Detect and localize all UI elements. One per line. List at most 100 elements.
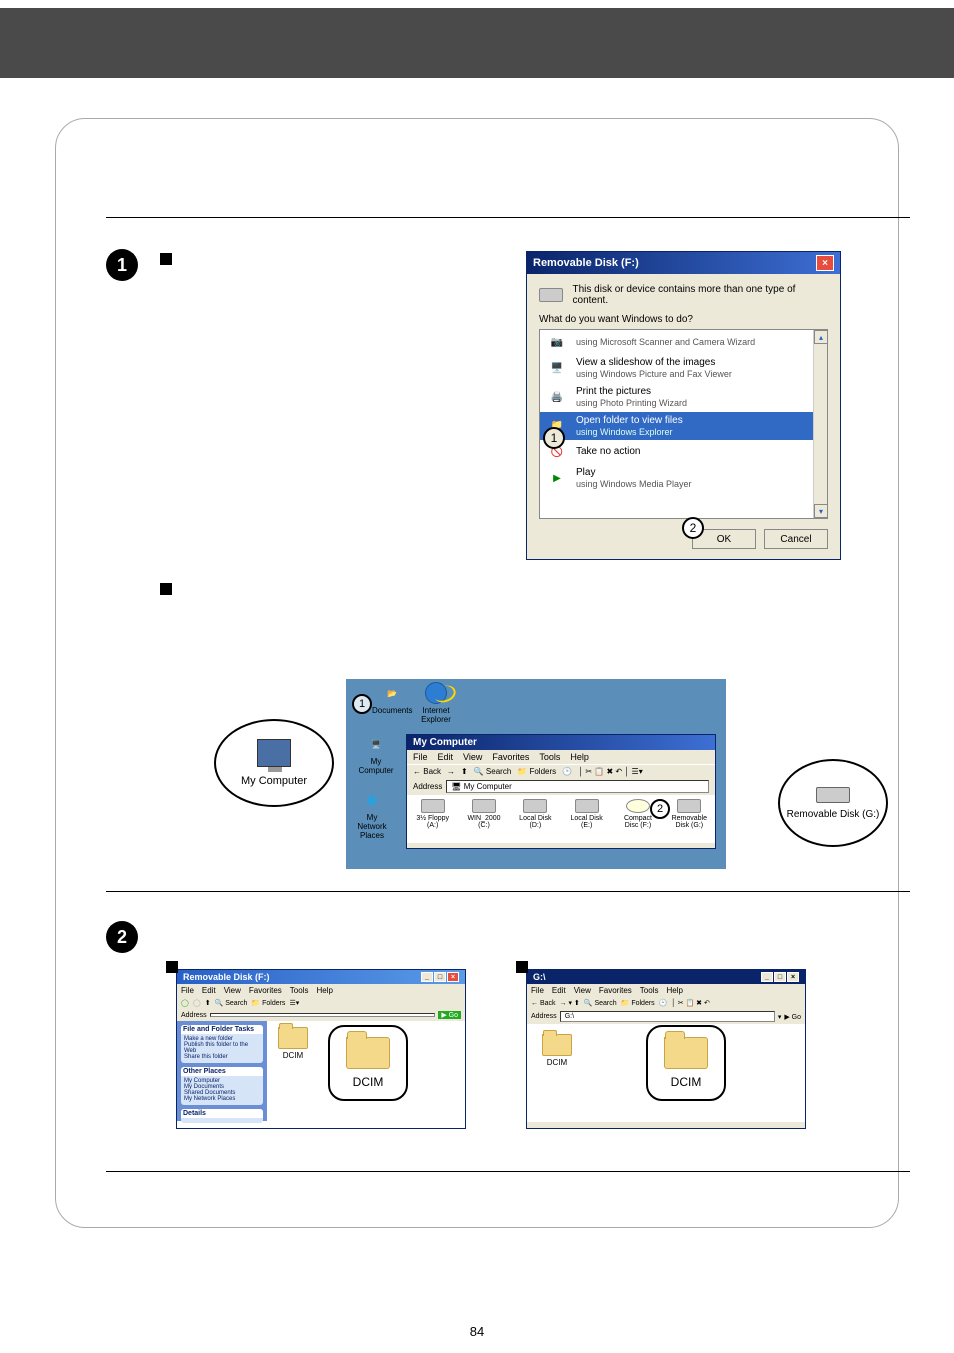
menu-help[interactable]: Help <box>666 986 682 995</box>
action-print[interactable]: 🖨️ Print the picturesusing Photo Printin… <box>540 383 813 412</box>
dcim-callout-xp: DCIM <box>328 1025 408 1101</box>
hdd-icon <box>472 799 496 813</box>
menu-tools[interactable]: Tools <box>290 986 309 995</box>
explorer-menubar: File Edit View Favorites Tools Help <box>407 750 715 764</box>
action-open-folder[interactable]: 📁 Open folder to view filesusing Windows… <box>540 412 813 441</box>
w2k-titlebar: G:\ _ □ × <box>527 970 805 984</box>
task-share[interactable]: Share this folder <box>184 1054 260 1060</box>
cancel-button[interactable]: Cancel <box>764 529 828 549</box>
menu-favorites[interactable]: Favorites <box>492 752 529 762</box>
action-slideshow[interactable]: 🖥️ View a slideshow of the imagesusing W… <box>540 354 813 383</box>
action-scanner[interactable]: 📷 using Microsoft Scanner and Camera Wiz… <box>540 330 813 354</box>
drive-a[interactable]: 3½ Floppy (A:) <box>413 799 452 839</box>
back-button[interactable]: ◯ <box>181 999 189 1007</box>
menu-favorites[interactable]: Favorites <box>599 986 632 995</box>
window-controls: _ □ × <box>421 972 459 982</box>
bullet <box>166 961 178 973</box>
content-panel: 1 Removable Disk (F:) × This disk or dev… <box>55 118 899 1228</box>
menu-tools[interactable]: Tools <box>640 986 659 995</box>
go-button[interactable]: ▶ Go <box>784 1013 801 1021</box>
bullet <box>160 253 172 265</box>
action-none[interactable]: 🚫 Take no action <box>540 440 813 464</box>
address-input[interactable]: G:\ <box>560 1011 775 1022</box>
explorer-addressbar: Address 🖥 My Computer <box>407 778 715 795</box>
back-button[interactable]: ← Back <box>531 1000 556 1007</box>
dialog-message: This disk or device contains more than o… <box>573 284 828 306</box>
menu-edit[interactable]: Edit <box>438 752 454 762</box>
annotation-desktop-2: 2 <box>650 799 670 819</box>
xp-sidebar: File and Folder Tasks Make a new folder … <box>177 1021 267 1121</box>
bullet <box>516 961 528 973</box>
maximize-button[interactable]: □ <box>434 972 446 982</box>
menu-file[interactable]: File <box>413 752 428 762</box>
search-button[interactable]: 🔍 Search <box>215 999 248 1007</box>
task-publish[interactable]: Publish this folder to the Web <box>184 1042 260 1054</box>
menu-file[interactable]: File <box>531 986 544 995</box>
xp-menubar: File Edit View Favorites Tools Help <box>177 984 465 997</box>
address-input[interactable]: 🖥 My Computer <box>446 780 709 793</box>
go-button[interactable]: ▶ Go <box>438 1011 461 1019</box>
up-button[interactable]: ⬆ <box>205 999 211 1007</box>
views-button[interactable]: ☰▾ <box>289 999 299 1007</box>
computer-icon: 🖥️ <box>363 733 389 755</box>
sub-bullet-row <box>160 579 182 600</box>
dialog-titlebar: Removable Disk (F:) × <box>527 252 840 274</box>
close-button[interactable]: × <box>787 972 799 982</box>
divider <box>106 217 910 218</box>
menu-view[interactable]: View <box>224 986 241 995</box>
folders-button[interactable]: 📁 Folders <box>251 999 285 1007</box>
place-network[interactable]: My Network Places <box>184 1096 260 1102</box>
w2k-addressbar: Address G:\ ▾ ▶ Go <box>527 1009 805 1024</box>
scroll-up-icon[interactable]: ▴ <box>814 330 828 344</box>
menu-edit[interactable]: Edit <box>552 986 566 995</box>
action-play[interactable]: ▶ Playusing Windows Media Player <box>540 464 813 493</box>
history-icon[interactable]: 🕑 <box>562 767 572 776</box>
menu-file[interactable]: File <box>181 986 194 995</box>
desktop-documents[interactable]: 📂 Documents <box>372 682 412 715</box>
menu-edit[interactable]: Edit <box>202 986 216 995</box>
play-icon: ▶ <box>546 470 568 488</box>
drive-d[interactable]: Local Disk (D:) <box>516 799 555 839</box>
close-button[interactable]: × <box>447 972 459 982</box>
floppy-icon <box>421 799 445 813</box>
menu-help[interactable]: Help <box>570 752 589 762</box>
drive-e[interactable]: Local Disk (E:) <box>567 799 606 839</box>
ok-button[interactable]: OK <box>692 529 756 549</box>
ie-icon <box>425 682 447 704</box>
search-button[interactable]: 🔍 Search <box>584 999 617 1007</box>
menu-view[interactable]: View <box>574 986 591 995</box>
forward-button[interactable]: ◯ <box>193 999 201 1007</box>
dcim-folder[interactable]: DCIM <box>537 1034 577 1067</box>
back-button[interactable]: ← Back <box>413 767 441 776</box>
search-button[interactable]: 🔍 Search <box>474 767 512 776</box>
dialog-prompt: What do you want Windows to do? <box>539 314 828 325</box>
desktop-mynetwork[interactable]: 🌐 My Network Places <box>352 789 392 840</box>
xp-addressbar: Address ▶ Go <box>177 1009 465 1021</box>
printer-icon: 🖨️ <box>546 388 568 406</box>
folders-button[interactable]: 📁 Folders <box>517 767 556 776</box>
documents-icon: 📂 <box>379 682 405 704</box>
folders-button[interactable]: 📁 Folders <box>621 999 655 1007</box>
action-list[interactable]: 📷 using Microsoft Scanner and Camera Wiz… <box>539 329 828 519</box>
menu-favorites[interactable]: Favorites <box>249 986 282 995</box>
maximize-button[interactable]: □ <box>774 972 786 982</box>
drive-c[interactable]: WIN_2000 (C:) <box>464 799 503 839</box>
step-1-row: 1 <box>106 249 182 281</box>
address-input[interactable] <box>210 1013 436 1017</box>
scrollbar[interactable]: ▴ ▾ <box>813 330 827 518</box>
computer-icon <box>257 739 291 767</box>
history-icon[interactable]: 🕑 <box>659 999 668 1007</box>
minimize-button[interactable]: _ <box>421 972 433 982</box>
scroll-down-icon[interactable]: ▾ <box>814 504 828 518</box>
desktop-ie[interactable]: Internet Explorer <box>416 682 456 724</box>
places-panel: Other Places My Computer My Documents Sh… <box>181 1067 263 1105</box>
close-button[interactable]: × <box>816 255 834 271</box>
step-2-badge: 2 <box>106 921 138 953</box>
minimize-button[interactable]: _ <box>761 972 773 982</box>
desktop-mycomputer[interactable]: 🖥️ My Computer <box>356 733 396 775</box>
menu-help[interactable]: Help <box>316 986 332 995</box>
menu-tools[interactable]: Tools <box>539 752 560 762</box>
dcim-folder[interactable]: DCIM <box>273 1027 313 1060</box>
menu-view[interactable]: View <box>463 752 482 762</box>
drive-g[interactable]: Removable Disk (G:) <box>670 799 709 839</box>
